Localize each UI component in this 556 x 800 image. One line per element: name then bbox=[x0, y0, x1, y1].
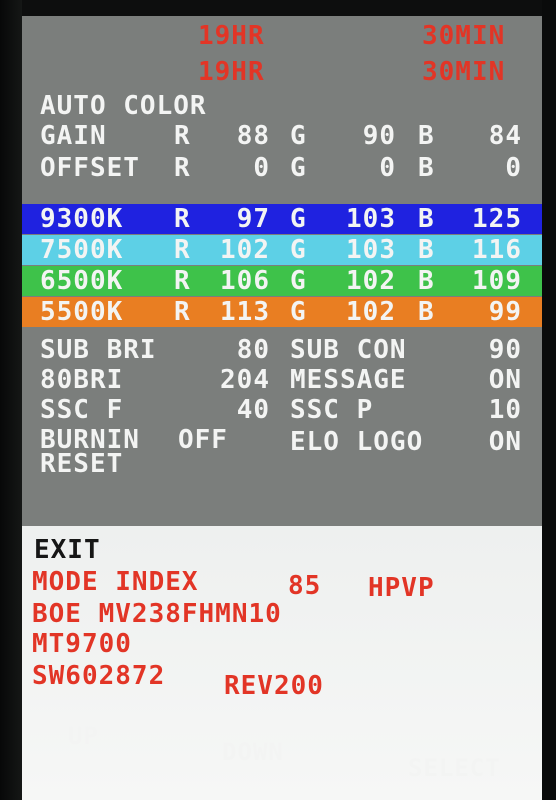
mode-index-type: HPVP bbox=[368, 573, 435, 603]
gain-label: GAIN bbox=[40, 121, 107, 151]
color-temp-r-value: 113 bbox=[220, 297, 270, 327]
monitor-bezel-left bbox=[0, 0, 22, 800]
offset-label: OFFSET bbox=[40, 153, 140, 183]
color-temp-5500k-row[interactable]: 5500K R 113 G 102 B 99 bbox=[22, 297, 542, 327]
color-temp-g-label: G bbox=[290, 235, 307, 265]
color-temp-g-value: 103 bbox=[346, 204, 396, 234]
color-temp-6500k-row[interactable]: 6500K R 106 G 102 B 109 bbox=[22, 266, 542, 296]
ssc-f-value: 40 bbox=[236, 395, 270, 425]
bri80-label: 80BRI bbox=[40, 365, 124, 395]
color-temp-r-value: 97 bbox=[236, 204, 270, 234]
sub-con-value: 90 bbox=[488, 335, 522, 365]
ssc-p-label: SSC P bbox=[290, 395, 374, 425]
ssc-f-label: SSC F bbox=[40, 395, 124, 425]
nav-select-label[interactable]: SELECT bbox=[408, 754, 501, 782]
sub-bri-label: SUB BRI bbox=[40, 335, 157, 365]
color-temp-name: 9300K bbox=[40, 204, 124, 234]
color-temp-g-label: G bbox=[290, 204, 307, 234]
gain-r-value: 88 bbox=[236, 121, 270, 151]
sub-bri-value: 80 bbox=[236, 335, 270, 365]
offset-b-label: B bbox=[418, 153, 435, 183]
offset-g-label: G bbox=[290, 153, 307, 183]
color-temp-b-value: 109 bbox=[472, 266, 522, 296]
rev-version: REV200 bbox=[224, 671, 324, 701]
timer1-hours: 19HR bbox=[198, 21, 265, 51]
color-temp-g-label: G bbox=[290, 266, 307, 296]
color-temp-r-label: R bbox=[174, 204, 191, 234]
gain-g-label: G bbox=[290, 121, 307, 151]
color-temp-b-label: B bbox=[418, 297, 435, 327]
color-temp-g-value: 102 bbox=[346, 266, 396, 296]
offset-r-value: 0 bbox=[253, 153, 270, 183]
monitor-bezel-right bbox=[542, 0, 556, 800]
color-temp-name: 6500K bbox=[40, 266, 124, 296]
auto-color-item[interactable]: AUTO COLOR bbox=[40, 92, 207, 120]
color-temp-r-value: 102 bbox=[220, 235, 270, 265]
timer2-hours: 19HR bbox=[198, 57, 265, 87]
factory-osd-menu: 19HR 30MIN 19HR 30MIN AUTO COLOR GAIN R … bbox=[22, 16, 542, 800]
color-temp-r-label: R bbox=[174, 297, 191, 327]
gain-b-value: 84 bbox=[488, 121, 522, 151]
gain-r-label: R bbox=[174, 121, 191, 151]
message-value: ON bbox=[488, 365, 522, 395]
gain-g-value: 90 bbox=[362, 121, 396, 151]
color-temp-r-value: 106 bbox=[220, 266, 270, 296]
scaler-model: MT9700 bbox=[32, 629, 132, 659]
elo-logo-value: ON bbox=[488, 427, 522, 457]
color-temp-b-value: 116 bbox=[472, 235, 522, 265]
message-label: MESSAGE bbox=[290, 365, 407, 395]
color-temp-b-label: B bbox=[418, 266, 435, 296]
color-temp-b-label: B bbox=[418, 235, 435, 265]
color-temp-b-value: 99 bbox=[488, 297, 522, 327]
offset-g-value: 0 bbox=[379, 153, 396, 183]
color-temp-g-value: 102 bbox=[346, 297, 396, 327]
timer1-minutes: 30MIN bbox=[422, 21, 506, 51]
color-temp-r-label: R bbox=[174, 266, 191, 296]
sw-version: SW602872 bbox=[32, 661, 166, 691]
gain-b-label: B bbox=[418, 121, 435, 151]
color-temp-name: 5500K bbox=[40, 297, 124, 327]
mode-index-label: MODE INDEX bbox=[32, 567, 199, 597]
sub-con-label: SUB CON bbox=[290, 335, 407, 365]
panel-model: BOE MV238FHMN10 bbox=[32, 599, 282, 629]
info-panel: EXIT MODE INDEX 85 HPVP BOE MV238FHMN10 … bbox=[22, 526, 542, 800]
offset-b-value: 0 bbox=[505, 153, 522, 183]
color-temp-b-value: 125 bbox=[472, 204, 522, 234]
offset-r-label: R bbox=[174, 153, 191, 183]
color-temp-name: 7500K bbox=[40, 235, 124, 265]
nav-down-label[interactable]: DOWN bbox=[222, 738, 284, 766]
burnin-value: OFF bbox=[178, 425, 228, 455]
exit-item[interactable]: EXIT bbox=[34, 536, 101, 564]
color-temp-9300k-row[interactable]: 9300K R 97 G 103 B 125 bbox=[22, 204, 542, 234]
nav-up-label[interactable]: UP bbox=[68, 722, 99, 750]
color-temp-g-value: 103 bbox=[346, 235, 396, 265]
mode-index-value: 85 bbox=[288, 571, 322, 601]
timer2-minutes: 30MIN bbox=[422, 57, 506, 87]
elo-logo-label: ELO LOGO bbox=[290, 427, 424, 457]
bri80-value: 204 bbox=[220, 365, 270, 395]
color-temp-g-label: G bbox=[290, 297, 307, 327]
monitor-bezel-top bbox=[0, 0, 556, 16]
color-temp-r-label: R bbox=[174, 235, 191, 265]
ssc-p-value: 10 bbox=[488, 395, 522, 425]
reset-item[interactable]: RESET bbox=[40, 450, 123, 478]
color-temp-b-label: B bbox=[418, 204, 435, 234]
color-temp-7500k-row[interactable]: 7500K R 102 G 103 B 116 bbox=[22, 235, 542, 265]
